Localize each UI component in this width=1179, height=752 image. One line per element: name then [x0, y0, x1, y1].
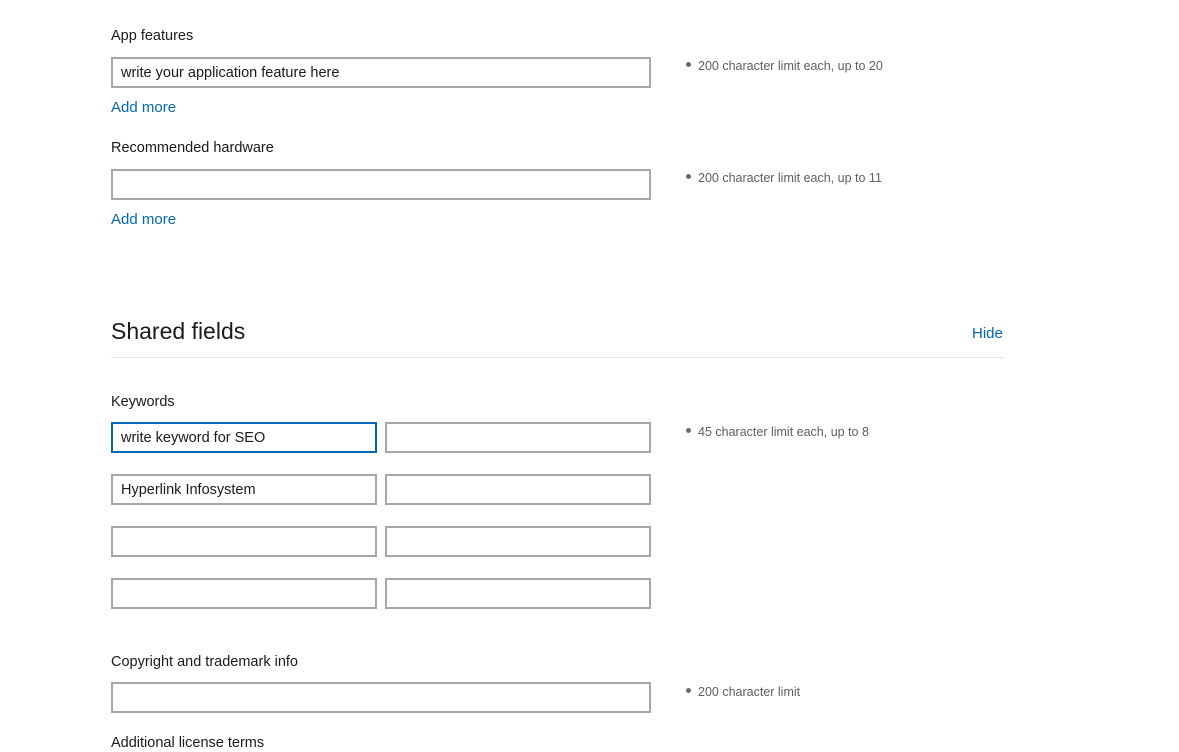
keywords-hint-text: 45 character limit each, up to 8: [698, 425, 869, 439]
keyword-input-4[interactable]: [385, 474, 651, 505]
bullet-icon: [686, 62, 691, 68]
keyword-input-8[interactable]: [385, 578, 651, 609]
keywords-hint: 45 character limit each, up to 8: [686, 424, 869, 440]
app-features-add-more-link[interactable]: Add more: [111, 99, 176, 117]
recommended-hardware-input-1[interactable]: [111, 169, 651, 200]
shared-fields-title: Shared fields: [111, 318, 246, 344]
bullet-icon: [686, 688, 691, 694]
bullet-icon: [686, 174, 691, 180]
keyword-input-3[interactable]: [111, 474, 377, 505]
shared-fields-hide-link[interactable]: Hide: [972, 325, 1003, 343]
app-features-label: App features: [111, 28, 194, 44]
app-features-hint: 200 character limit each, up to 20: [686, 58, 883, 74]
app-features-hint-text: 200 character limit each, up to 20: [698, 59, 883, 73]
recommended-hardware-add-more-link[interactable]: Add more: [111, 211, 176, 229]
keyword-input-2[interactable]: [385, 422, 651, 453]
bullet-icon: [686, 428, 691, 434]
keyword-input-5[interactable]: [111, 526, 377, 557]
copyright-input[interactable]: [111, 682, 651, 713]
app-feature-input-1[interactable]: [111, 57, 651, 88]
keyword-input-7[interactable]: [111, 578, 377, 609]
recommended-hardware-hint: 200 character limit each, up to 11: [686, 170, 882, 186]
keyword-input-6[interactable]: [385, 526, 651, 557]
recommended-hardware-hint-text: 200 character limit each, up to 11: [698, 171, 882, 185]
keyword-input-1[interactable]: [111, 422, 377, 453]
copyright-hint-text: 200 character limit: [698, 685, 801, 699]
copyright-label: Copyright and trademark info: [111, 654, 298, 670]
recommended-hardware-label: Recommended hardware: [111, 140, 274, 156]
section-divider: [111, 357, 1004, 358]
additional-license-label: Additional license terms: [111, 735, 265, 751]
keywords-label: Keywords: [111, 394, 175, 410]
copyright-hint: 200 character limit: [686, 684, 800, 700]
